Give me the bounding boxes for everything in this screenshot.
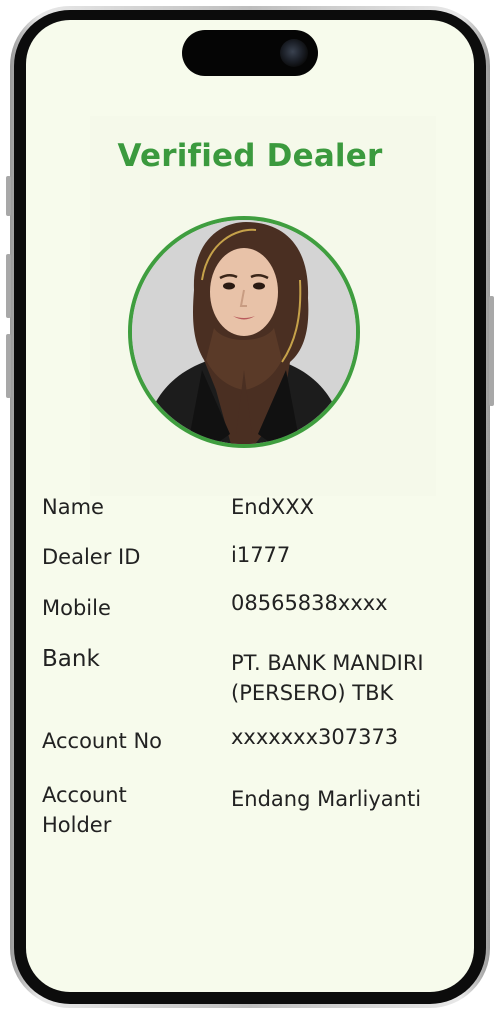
dealer-id-value: i1777 [231, 543, 291, 567]
dealer-avatar [128, 216, 360, 448]
volume-down-button [6, 334, 11, 398]
account-no-value: xxxxxxx307373 [231, 725, 399, 749]
power-button [489, 296, 494, 406]
dealer-photo [132, 220, 356, 444]
camera-icon [280, 39, 308, 67]
bank-value: PT. BANK MANDIRI (PERSERO) TBK [231, 651, 424, 705]
dealer-id-label: Dealer ID [42, 545, 141, 569]
mobile-label: Mobile [42, 596, 111, 620]
account-holder-label: Account Holder [42, 783, 127, 837]
silent-switch [6, 176, 11, 216]
mobile-value: 08565838xxxx [231, 591, 388, 615]
account-holder-value: Endang Marliyanti [231, 787, 422, 811]
volume-up-button [6, 254, 11, 318]
account-no-label: Account No [42, 729, 163, 753]
name-label: Name [42, 495, 104, 519]
name-value: EndXXX [231, 495, 315, 519]
dynamic-island [182, 30, 318, 76]
phone-screen: Verified Dealer Name EndXXX Dealer ID i1… [26, 20, 474, 992]
card-title: Verified Dealer [117, 138, 383, 174]
bank-label: Bank [42, 646, 100, 672]
